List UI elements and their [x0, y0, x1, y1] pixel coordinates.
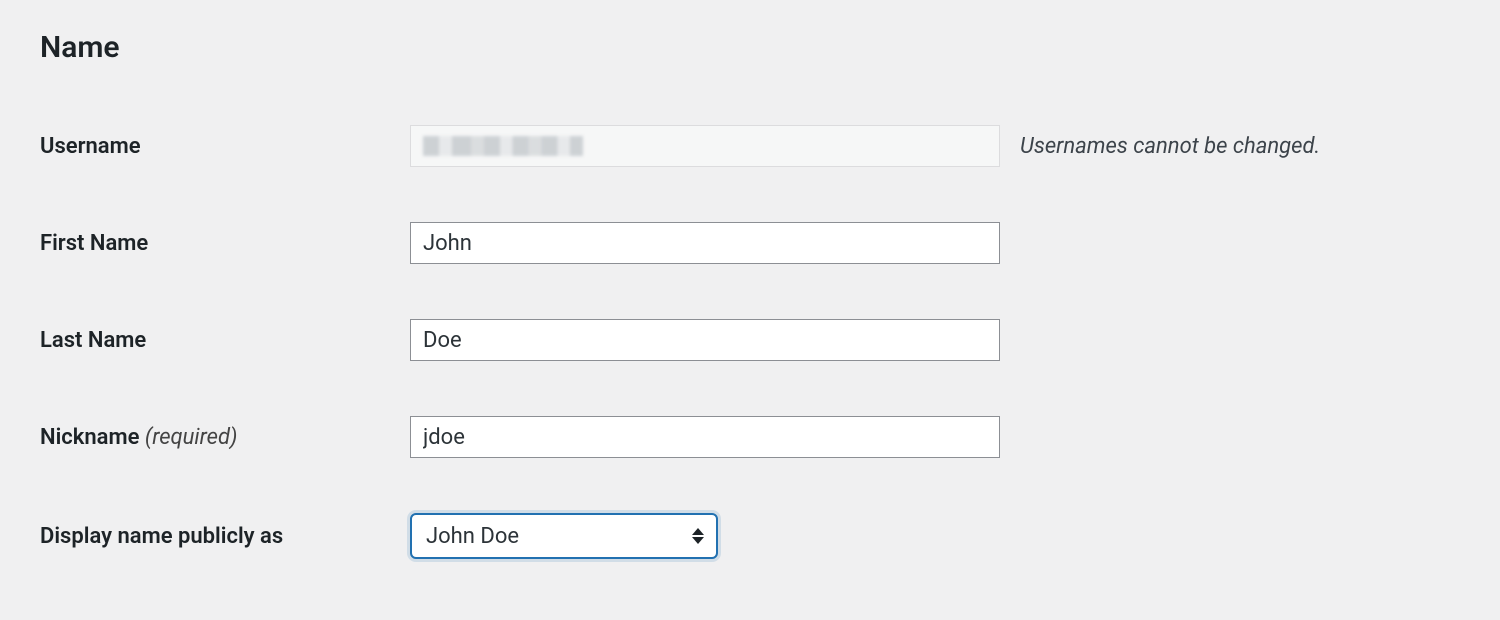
nickname-label: Nickname — [40, 425, 145, 450]
nickname-required: (required) — [145, 425, 238, 450]
row-first-name: First Name — [40, 222, 1460, 264]
nickname-field[interactable] — [410, 416, 1000, 458]
row-nickname: Nickname (required) — [40, 416, 1460, 458]
username-redacted — [423, 136, 583, 156]
section-heading: Name — [40, 30, 1460, 65]
last-name-field[interactable] — [410, 319, 1000, 361]
display-name-select[interactable]: John Doe — [410, 513, 718, 559]
username-label: Username — [40, 134, 410, 159]
row-username: Username Usernames cannot be changed. — [40, 125, 1460, 167]
first-name-label: First Name — [40, 231, 410, 256]
last-name-label: Last Name — [40, 328, 410, 353]
username-field — [410, 125, 1000, 167]
row-last-name: Last Name — [40, 319, 1460, 361]
username-note: Usernames cannot be changed. — [1020, 134, 1320, 159]
name-form: Username Usernames cannot be changed. Fi… — [40, 125, 1460, 559]
display-name-label: Display name publicly as — [40, 524, 410, 549]
first-name-field[interactable] — [410, 222, 1000, 264]
row-display-name: Display name publicly as John Doe — [40, 513, 1460, 559]
